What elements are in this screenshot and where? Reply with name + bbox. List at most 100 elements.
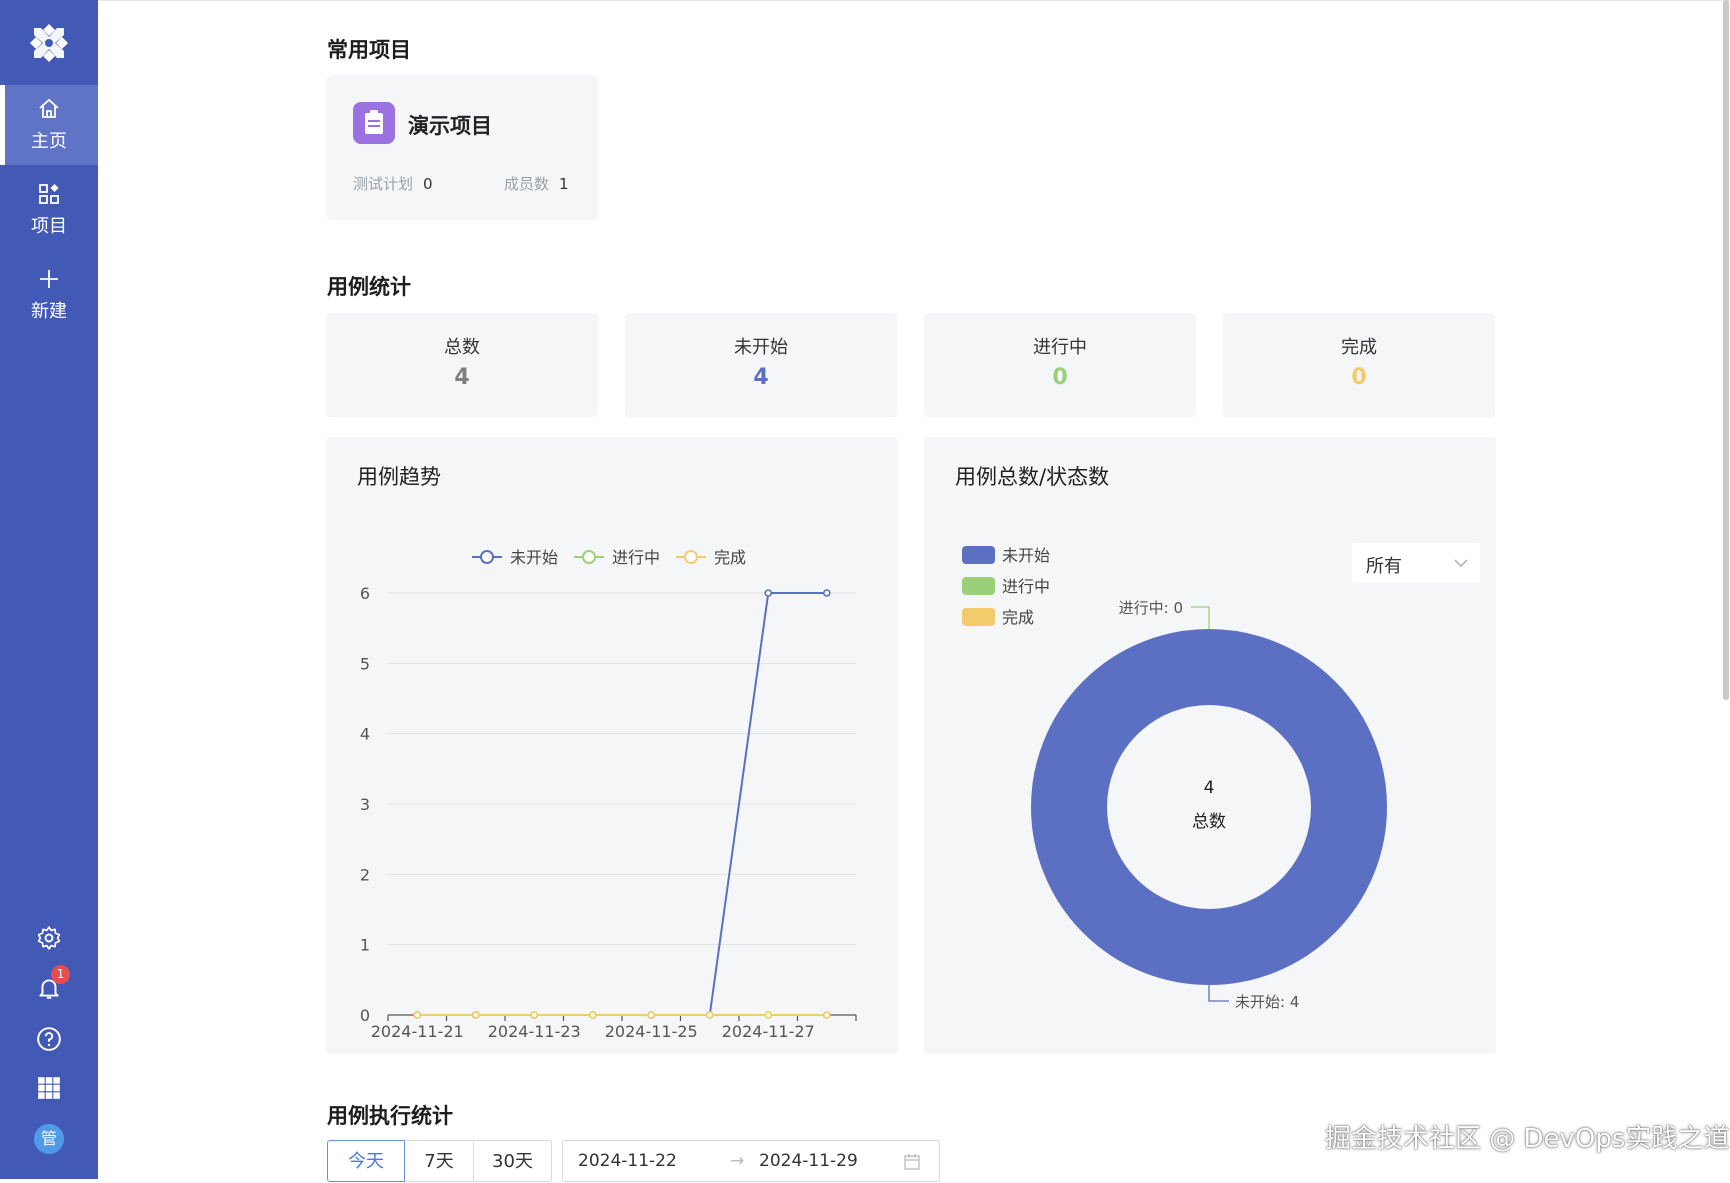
stat-value: 4 [753, 365, 769, 390]
nav-projects[interactable]: 项目 [0, 170, 98, 250]
legend-marker [684, 550, 698, 564]
status-chart: 未开始进行中完成 4 总数 进行中: 0 未开始: 4 [962, 546, 1387, 1011]
active-indicator [0, 85, 5, 165]
execution-stats-title: 用例执行统计 [327, 1104, 453, 1128]
apps-icon [39, 184, 59, 204]
legend-label: 完成 [1002, 608, 1034, 627]
nav-new[interactable]: 新建 [0, 255, 98, 335]
stat-card-in-progress: 进行中 0 [924, 313, 1196, 417]
grid-icon[interactable] [36, 1075, 62, 1101]
top-divider [98, 0, 1730, 1]
legend-marker [582, 550, 596, 564]
stat-card-not-started: 未开始 4 [625, 313, 897, 417]
trend-chart: 未开始 进行中 完成 0 1 2 3 4 5 6 2024-11-21 2024-11-23 2024-… [360, 548, 857, 1041]
y-tick-label: 1 [360, 936, 370, 955]
legend-swatch [962, 577, 995, 595]
members-stat: 成员数 1 [504, 173, 569, 194]
stat-label: 进行中 [1033, 337, 1087, 358]
nav-new-label: 新建 [31, 301, 67, 322]
chevron-down-icon [1454, 559, 1468, 567]
data-point[interactable] [822, 1011, 831, 1019]
status-filter-select[interactable]: 所有 [1352, 543, 1480, 583]
legend-swatch [962, 546, 995, 564]
legend-swatch [962, 608, 995, 626]
user-avatar[interactable]: 管 [34, 1124, 64, 1154]
y-tick-label: 0 [360, 1006, 370, 1025]
data-point[interactable] [764, 589, 773, 597]
legend-item[interactable]: 进行中 [574, 548, 660, 567]
y-tick-label: 4 [360, 725, 370, 744]
legend-label: 进行中 [1002, 577, 1050, 596]
stat-label: 总数 [444, 337, 480, 358]
range-30d-button[interactable]: 30天 [473, 1140, 552, 1182]
stat-value: 4 [454, 365, 470, 390]
legend-item[interactable]: 进行中 [962, 577, 1050, 596]
trend-panel: 用例趋势 未开始 进行中 完成 0 1 2 3 4 5 6 2024-11-21 2024-11-23… [326, 437, 898, 1054]
data-point[interactable] [764, 1011, 773, 1019]
legend-item[interactable]: 完成 [962, 608, 1034, 627]
nav-home-label: 主页 [31, 131, 67, 152]
date-range-picker[interactable]: 2024-11-22 → 2024-11-29 [562, 1140, 940, 1182]
start-date[interactable]: 2024-11-22 [578, 1151, 677, 1171]
notification-badge: 1 [51, 965, 70, 984]
status-filter-value: 所有 [1366, 556, 1402, 577]
range-7d-button[interactable]: 7天 [404, 1140, 474, 1182]
app-logo[interactable] [24, 18, 74, 68]
test-plans-stat: 测试计划 0 [353, 173, 433, 194]
legend-item[interactable]: 完成 [676, 548, 746, 567]
x-tick-label: 2024-11-25 [605, 1022, 698, 1041]
legend-label: 未开始 [510, 548, 558, 567]
data-point[interactable] [413, 1011, 422, 1019]
test-plans-label: 测试计划 [353, 175, 414, 193]
help-icon[interactable] [36, 1026, 62, 1052]
end-date[interactable]: 2024-11-29 [759, 1151, 858, 1171]
project-name[interactable]: 演示项目 [408, 110, 492, 140]
sidebar: 主页 项目 新建 1 管 [0, 0, 98, 1179]
y-tick-label: 6 [360, 584, 370, 603]
data-point[interactable] [647, 1011, 656, 1019]
stat-card-total: 总数 4 [326, 313, 598, 417]
y-tick-label: 2 [360, 865, 370, 884]
range-today-button[interactable]: 今天 [327, 1140, 405, 1182]
members-label: 成员数 [504, 175, 550, 193]
project-card[interactable]: 演示项目 测试计划 0 成员数 1 [326, 75, 598, 220]
stat-value: 0 [1052, 365, 1068, 390]
legend-item[interactable]: 未开始 [962, 546, 1050, 565]
nav-projects-label: 项目 [31, 216, 67, 237]
pie-slice[interactable] [1031, 629, 1387, 985]
calendar-icon[interactable] [903, 1153, 921, 1171]
legend-marker [480, 550, 494, 564]
watermark: 掘金技术社区 @ DevOps实践之道 [1325, 1124, 1730, 1154]
data-point[interactable] [530, 1011, 539, 1019]
callout-label: 未开始: 4 [1235, 993, 1299, 1011]
center-label: 总数 [1192, 812, 1226, 832]
project-icon [353, 102, 395, 144]
center-value: 4 [1204, 778, 1215, 798]
nav-home[interactable]: 主页 [0, 85, 98, 165]
legend-label: 完成 [714, 548, 746, 567]
test-plans-count: 0 [423, 175, 433, 193]
y-tick-label: 5 [360, 654, 370, 673]
data-point[interactable] [471, 1011, 480, 1019]
stat-label: 未开始 [734, 337, 788, 358]
data-point[interactable] [588, 1011, 597, 1019]
data-point[interactable] [822, 589, 831, 597]
page-scrollbar[interactable] [1723, 0, 1729, 700]
legend-label: 未开始 [1002, 546, 1050, 565]
callout-line [1208, 985, 1229, 1002]
legend-item[interactable]: 未开始 [472, 548, 558, 567]
x-tick-label: 2024-11-21 [371, 1022, 464, 1041]
members-count: 1 [559, 175, 569, 193]
x-tick-label: 2024-11-27 [722, 1022, 815, 1041]
case-stats-title: 用例统计 [327, 275, 411, 299]
home-icon [39, 98, 59, 118]
callout-label: 进行中: 0 [1119, 599, 1183, 617]
data-point[interactable] [705, 1011, 714, 1019]
status-panel: 用例总数/状态数 未开始 进行中 完成 4 总数 进行中: 0 未开始: 4 所有 [924, 437, 1496, 1054]
legend-label: 进行中 [612, 548, 660, 567]
stat-label: 完成 [1341, 337, 1377, 358]
y-tick-label: 3 [360, 795, 370, 814]
stat-card-done: 完成 0 [1223, 313, 1495, 417]
arrow-right-icon: → [730, 1151, 745, 1171]
gear-icon[interactable] [36, 925, 62, 951]
